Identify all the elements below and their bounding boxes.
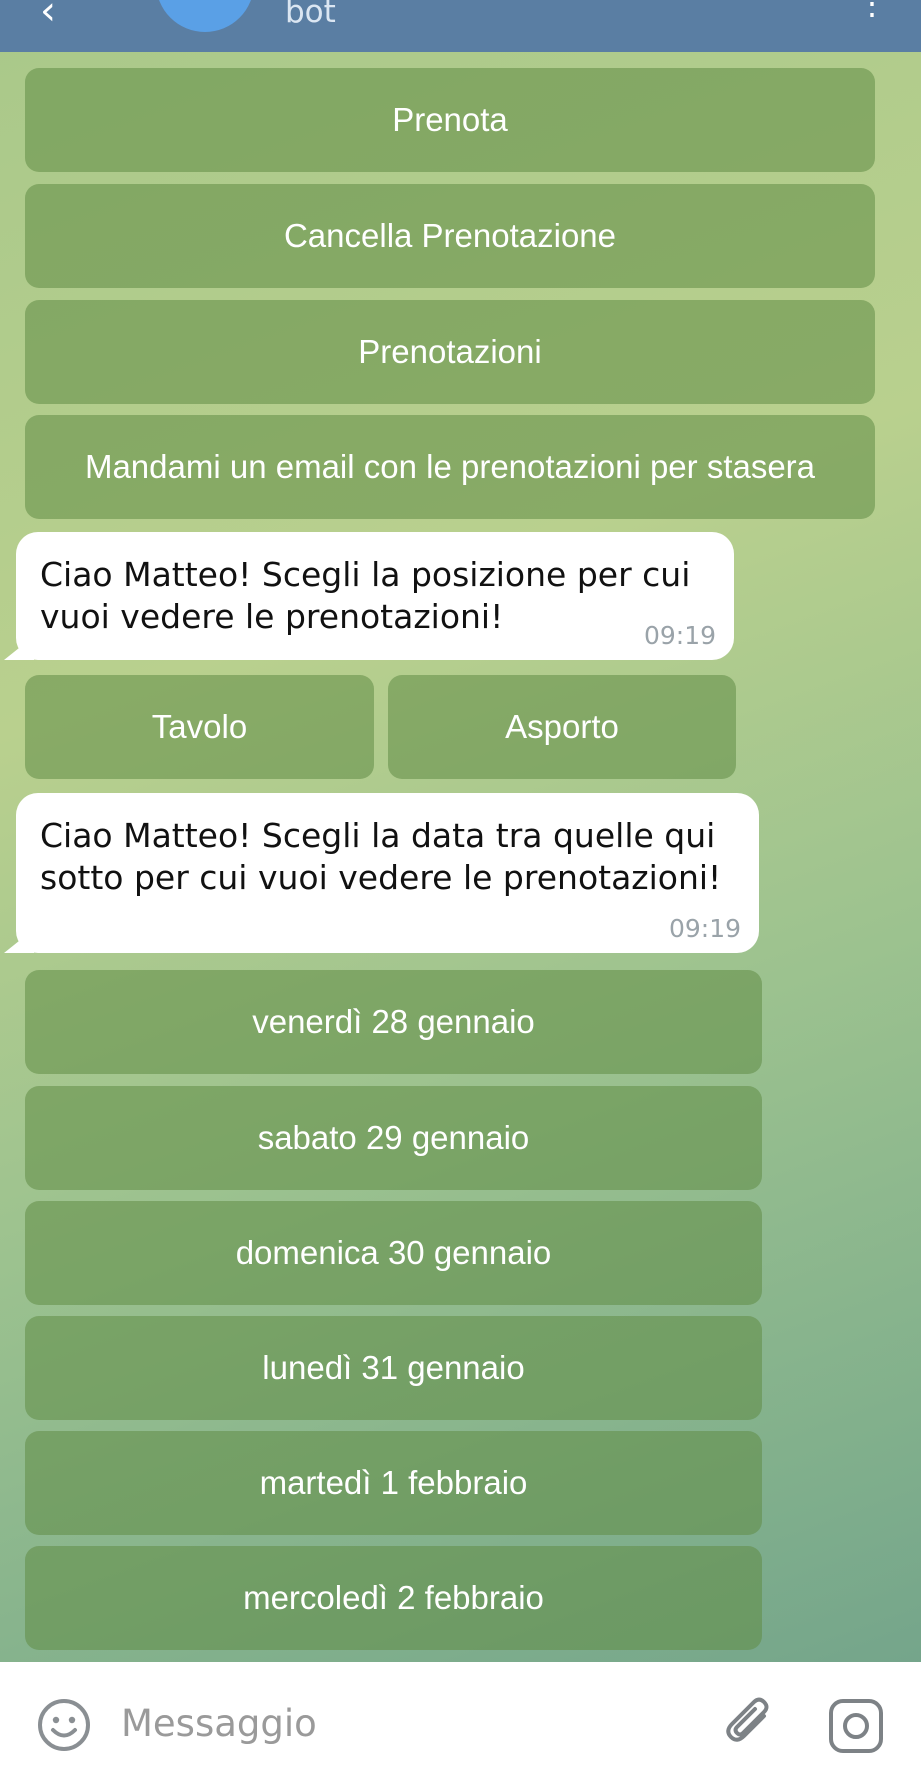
message-line: Ciao Matteo! Scegli la posizione per cui [40,555,691,594]
button-label: martedì 1 febbraio [259,1464,528,1501]
chat-header: ‹ bot ⋮ [0,0,921,52]
date-button-sabato[interactable]: sabato 29 gennaio [25,1086,762,1190]
message-line: Ciao Matteo! Scegli la data tra quelle q… [40,816,716,855]
message-bubble: Ciao Matteo! Scegli la data tra quelle q… [4,793,759,953]
button-label: Mandami un email con le prenotazioni per… [84,448,816,485]
avatar[interactable] [156,0,254,32]
date-button-lunedi[interactable]: lunedì 31 gennaio [25,1316,762,1420]
date-button-venerdi[interactable]: venerdì 28 gennaio [25,970,762,1074]
prenota-button[interactable]: Prenota [25,68,875,172]
camera-icon[interactable] [827,1697,885,1755]
message-bubble: Ciao Matteo! Scegli la posizione per cui… [4,532,734,660]
message-input[interactable]: Messaggio [121,1702,317,1745]
emoji-icon[interactable] [36,1697,92,1753]
bubble-tail [4,929,34,953]
button-label: domenica 30 gennaio [235,1234,552,1271]
back-arrow-icon[interactable]: ‹ [40,0,56,34]
asporto-button[interactable]: Asporto [388,675,736,779]
button-label: Tavolo [151,708,248,745]
date-button-martedi[interactable]: martedì 1 febbraio [25,1431,762,1535]
button-label: lunedì 31 gennaio [262,1349,525,1386]
paperclip-icon[interactable] [720,1694,780,1754]
message-line: sotto per cui vuoi vedere le prenotazion… [40,858,722,897]
button-label: Asporto [505,708,619,745]
message-line: vuoi vedere le prenotazioni! [40,597,504,636]
chat-subtitle: bot [285,0,336,30]
more-vert-icon[interactable]: ⋮ [856,0,888,22]
button-label: sabato 29 gennaio [257,1119,530,1156]
button-label: venerdì 28 gennaio [252,1003,535,1040]
button-label: mercoledì 2 febbraio [243,1579,544,1616]
cancella-prenotazione-button[interactable]: Cancella Prenotazione [25,184,875,288]
button-label: Prenota [392,101,508,138]
date-button-mercoledi[interactable]: mercoledì 2 febbraio [25,1546,762,1650]
email-prenotazioni-button[interactable]: Mandami un email con le prenotazioni per… [25,415,875,519]
message-time: 09:19 [668,914,741,943]
prenotazioni-button[interactable]: Prenotazioni [25,300,875,404]
button-label: Cancella Prenotazione [283,217,617,254]
date-button-domenica[interactable]: domenica 30 gennaio [25,1201,762,1305]
tavolo-button[interactable]: Tavolo [25,675,374,779]
bubble-tail [4,636,34,660]
button-label: Prenotazioni [358,333,542,370]
message-time: 09:19 [643,621,716,650]
